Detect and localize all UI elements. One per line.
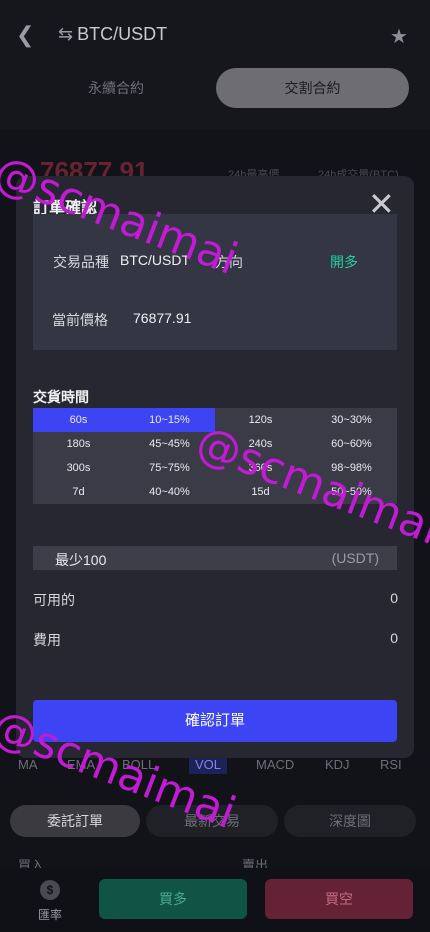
amount-placeholder: 最少100 <box>55 552 107 568</box>
option-time[interactable]: 180s <box>33 432 124 456</box>
option-time[interactable]: 60s <box>33 408 124 432</box>
star-icon[interactable]: ★ <box>390 24 408 49</box>
back-arrow-icon[interactable]: ❮ <box>16 22 34 48</box>
tab-depth-chart[interactable]: 深度圖 <box>284 805 416 837</box>
fee-label: 費用 <box>33 632 61 648</box>
direction-value: 開多 <box>330 254 358 270</box>
market-tabs: 永續合約 交割合約 <box>16 68 414 108</box>
available-value: 0 <box>390 590 398 606</box>
tab-open-orders[interactable]: 委託訂單 <box>10 805 140 837</box>
buy-long-button[interactable]: 買多 <box>99 879 247 919</box>
exchange-rate-label[interactable]: 匯率 <box>38 906 62 923</box>
swap-icon[interactable]: ⇆ <box>58 24 73 44</box>
exchange-rate-icon[interactable]: $ <box>40 880 60 900</box>
option-rate[interactable]: 10~15% <box>124 408 215 432</box>
delivery-time-title: 交貨時間 <box>33 389 89 405</box>
current-price-value: 76877.91 <box>133 310 192 326</box>
tab-perpetual[interactable]: 永續合約 <box>16 68 216 108</box>
indicator-macd[interactable]: MACD <box>256 757 294 772</box>
top-bar: ❮ ⇆ BTC/USDT ★ <box>0 0 430 66</box>
option-time[interactable]: 300s <box>33 456 124 480</box>
indicator-rsi[interactable]: RSI <box>380 757 402 772</box>
product-label: 交易品種 <box>53 254 109 270</box>
available-label: 可用的 <box>33 592 75 608</box>
tab-delivery[interactable]: 交割合約 <box>216 68 409 108</box>
current-price-label: 當前價格 <box>52 312 108 328</box>
pair-label: BTC/USDT <box>77 24 168 44</box>
option-rate[interactable]: 40~40% <box>124 480 215 504</box>
buy-short-button[interactable]: 買空 <box>265 879 413 919</box>
fee-value: 0 <box>390 630 398 646</box>
amount-input[interactable]: 最少100 (USDT) <box>33 546 397 570</box>
option-rate[interactable]: 60~60% <box>306 432 397 456</box>
option-rate[interactable]: 30~30% <box>306 408 397 432</box>
amount-unit: (USDT) <box>331 550 379 566</box>
pair-title: ⇆ BTC/USDT <box>58 24 167 45</box>
option-time[interactable]: 7d <box>33 480 124 504</box>
indicator-kdj[interactable]: KDJ <box>325 757 350 772</box>
